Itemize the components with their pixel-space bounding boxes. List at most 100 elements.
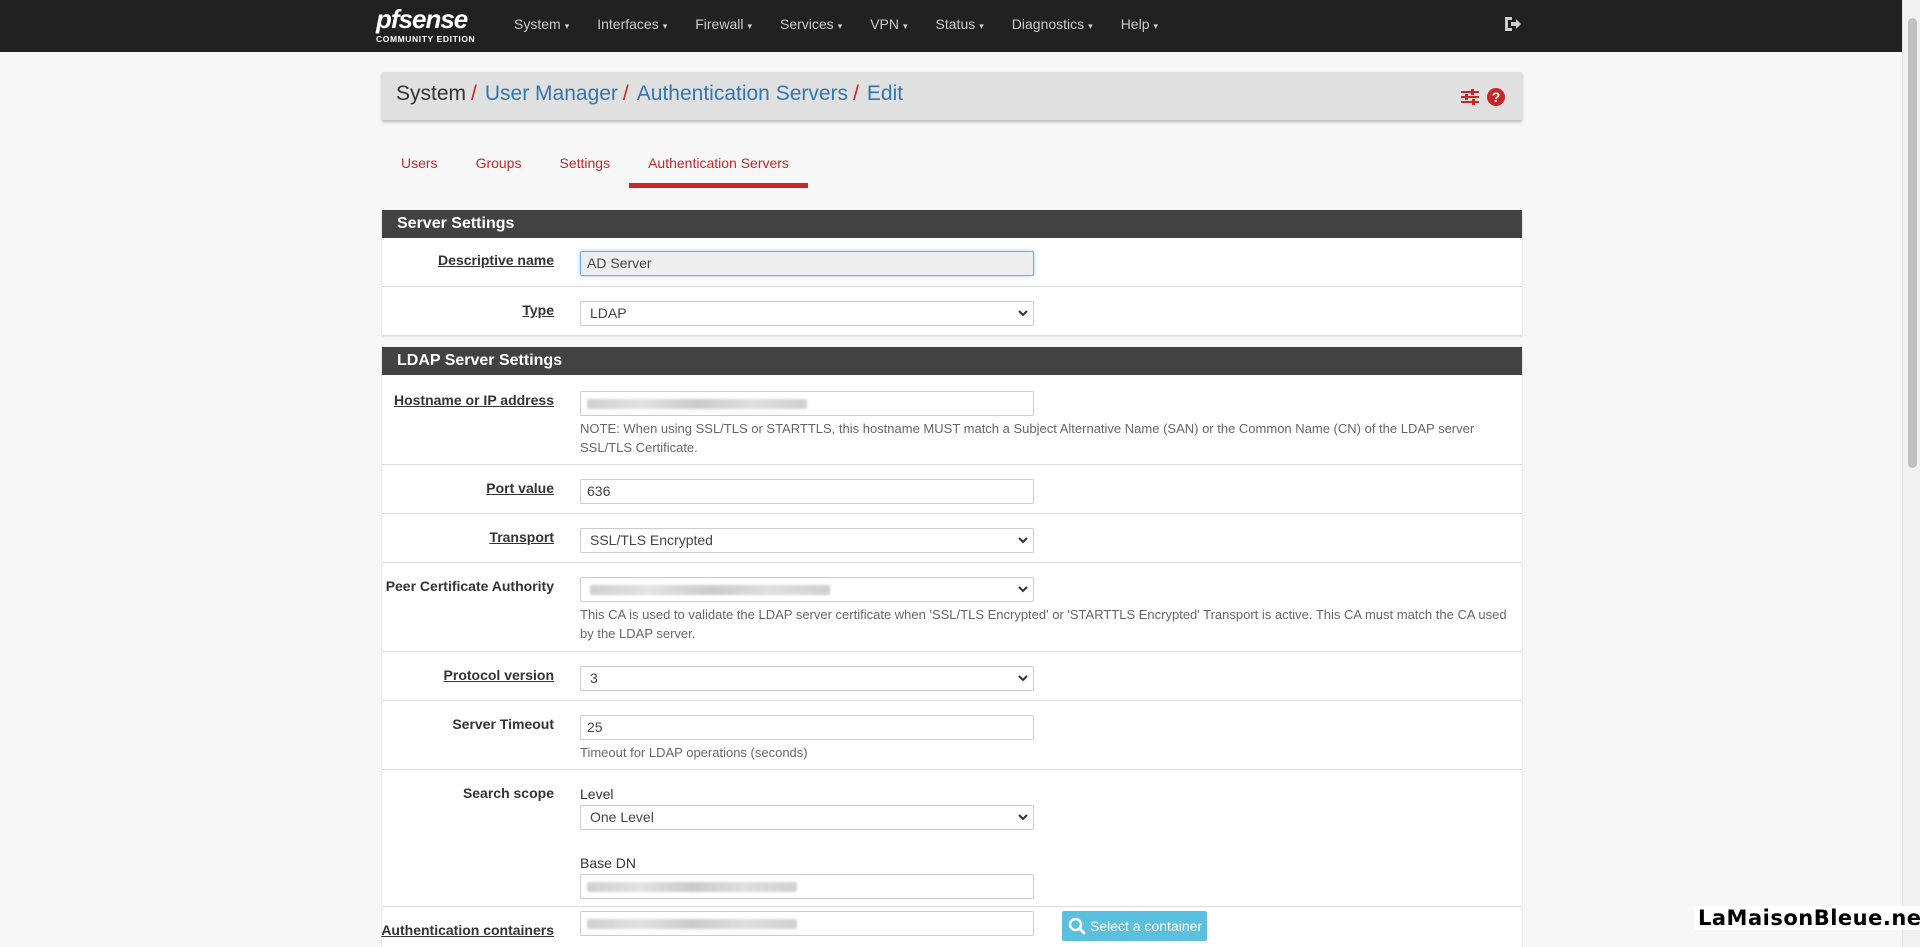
- peer-ca-select[interactable]: [580, 577, 1034, 602]
- logo-text: pfsense: [376, 4, 468, 34]
- descriptive-name-label: Descriptive name: [438, 252, 554, 268]
- protocol-select[interactable]: 3: [580, 666, 1034, 691]
- protocol-label: Protocol version: [443, 667, 554, 683]
- form-row-search-scope: Search scope Level One Level Base DN: [382, 770, 1522, 907]
- breadcrumb-edit[interactable]: Edit: [867, 82, 903, 105]
- nav-help[interactable]: Help ▾: [1107, 0, 1172, 52]
- caret-down-icon: ▾: [1153, 21, 1159, 31]
- chevron-down-icon: [1018, 814, 1028, 821]
- page-scrollbar[interactable]: [1902, 0, 1920, 947]
- tab-authentication-servers[interactable]: Authentication Servers: [629, 150, 808, 188]
- scrollbar-thumb[interactable]: [1908, 18, 1917, 468]
- nav-firewall[interactable]: Firewall ▾: [681, 0, 766, 52]
- breadcrumb-separator: /: [622, 82, 629, 105]
- search-icon: [1068, 917, 1086, 935]
- form-row-peer-ca: Peer Certificate Authority This CA is us…: [382, 563, 1522, 652]
- form-row-port: Port value 636: [382, 465, 1522, 514]
- tab-groups[interactable]: Groups: [457, 150, 541, 188]
- page-header: System / User Manager / Authentication Serve…: [382, 72, 1522, 120]
- transport-select-value: SSL/TLS Encrypted: [590, 532, 713, 548]
- nav-label: Diagnostics: [1011, 16, 1085, 32]
- transport-select[interactable]: SSL/TLS Encrypted: [580, 528, 1034, 553]
- nav-label: Interfaces: [597, 16, 659, 32]
- protocol-select-value: 3: [590, 670, 598, 686]
- nav-vpn[interactable]: VPN ▾: [856, 0, 921, 52]
- base-dn-label: Base DN: [580, 855, 637, 871]
- breadcrumb-user-manager[interactable]: User Manager: [485, 82, 618, 105]
- select-container-label: Select a container: [1090, 918, 1203, 934]
- nav-status[interactable]: Status ▾: [922, 0, 998, 52]
- breadcrumb: System / User Manager / Authentication Serve…: [396, 82, 903, 106]
- caret-down-icon: ▾: [979, 21, 984, 31]
- caret-down-icon: ▾: [837, 21, 843, 31]
- search-scope-label: Search scope: [462, 785, 554, 801]
- breadcrumb-separator: /: [853, 82, 859, 105]
- sliders-icon[interactable]: [1460, 87, 1480, 107]
- redacted-value: [587, 919, 797, 929]
- type-label: Type: [522, 302, 554, 318]
- nav-diagnostics[interactable]: Diagnostics ▾: [998, 0, 1107, 52]
- timeout-label: Server Timeout: [452, 716, 554, 732]
- chevron-down-icon: [1018, 310, 1028, 317]
- form-row-descriptive-name: Descriptive name AD Server: [382, 238, 1522, 287]
- form-row-timeout: Server Timeout 25 Timeout for LDAP opera…: [382, 701, 1522, 770]
- caret-down-icon: ▾: [903, 21, 908, 31]
- sign-out-icon[interactable]: [1502, 14, 1522, 34]
- tab-users[interactable]: Users: [382, 150, 457, 188]
- hostname-input[interactable]: [580, 391, 1034, 416]
- form-row-type: Type LDAP: [382, 287, 1522, 335]
- port-input[interactable]: 636: [580, 479, 1034, 504]
- redacted-value: [590, 585, 830, 595]
- hostname-label: Hostname or IP address: [393, 392, 554, 408]
- timeout-help: Timeout for LDAP operations (seconds): [580, 745, 808, 760]
- form-row-hostname: Hostname or IP address NOTE: When using …: [382, 375, 1522, 465]
- tab-bar: Users Groups Settings Authentication Ser…: [382, 150, 808, 190]
- port-label: Port value: [486, 480, 554, 496]
- peer-ca-help: This CA is used to validate the LDAP ser…: [580, 607, 1507, 641]
- nav-interfaces[interactable]: Interfaces ▾: [583, 0, 681, 52]
- nav-services[interactable]: Services ▾: [766, 0, 856, 52]
- panel-heading: Server Settings: [382, 210, 1522, 238]
- form-row-auth-containers: Authentication containers Select a conta…: [381, 907, 1522, 947]
- level-label: Level: [580, 786, 614, 802]
- caret-down-icon: ▾: [747, 21, 752, 31]
- watermark: LaMaisonBleue.net: [1694, 906, 1920, 930]
- timeout-input[interactable]: 25: [580, 715, 1034, 740]
- auth-containers-input[interactable]: [580, 911, 1034, 936]
- nav-label: Services: [780, 16, 834, 32]
- caret-down-icon: ▾: [564, 21, 570, 31]
- type-select-value: LDAP: [590, 305, 627, 321]
- tab-settings[interactable]: Settings: [540, 150, 629, 188]
- pfsense-logo[interactable]: pfsense COMMUNITY EDITION: [376, 6, 486, 48]
- question-circle-icon[interactable]: ?: [1486, 87, 1506, 107]
- nav-label: Firewall: [695, 16, 744, 32]
- svg-text:?: ?: [1492, 89, 1501, 105]
- panel-heading: LDAP Server Settings: [382, 347, 1522, 375]
- server-settings-panel: Server Settings Descriptive name AD Serv…: [382, 210, 1522, 335]
- level-select[interactable]: One Level: [580, 805, 1034, 830]
- caret-down-icon: ▾: [1088, 21, 1093, 31]
- select-container-button[interactable]: Select a container: [1062, 911, 1207, 941]
- redacted-value: [587, 399, 807, 409]
- nav-label: VPN: [870, 16, 900, 32]
- nav-label: Help: [1120, 16, 1150, 32]
- type-select[interactable]: LDAP: [580, 301, 1034, 326]
- descriptive-name-input[interactable]: AD Server: [580, 251, 1034, 276]
- form-row-transport: Transport SSL/TLS Encrypted: [382, 514, 1522, 563]
- main-menu: System ▾ Interfaces ▾ Firewall ▾ Services ▾ …: [500, 0, 1172, 52]
- auth-containers-label: Authentication containers: [381, 922, 554, 938]
- caret-down-icon: ▾: [662, 21, 668, 31]
- redacted-value: [587, 882, 797, 892]
- peer-ca-label: Peer Certificate Authority: [385, 578, 554, 594]
- nav-label: Status: [935, 16, 976, 32]
- chevron-down-icon: [1018, 537, 1028, 544]
- transport-label: Transport: [489, 529, 554, 545]
- chevron-down-icon: [1018, 675, 1028, 682]
- base-dn-input[interactable]: [580, 874, 1034, 899]
- breadcrumb-separator: /: [471, 82, 477, 105]
- breadcrumb-auth-servers[interactable]: Authentication Servers: [637, 82, 848, 105]
- level-select-value: One Level: [590, 809, 654, 825]
- nav-system[interactable]: System ▾: [500, 0, 583, 52]
- form-row-protocol: Protocol version 3: [382, 652, 1522, 701]
- top-navbar: pfsense COMMUNITY EDITION System ▾ Interf…: [0, 0, 1902, 52]
